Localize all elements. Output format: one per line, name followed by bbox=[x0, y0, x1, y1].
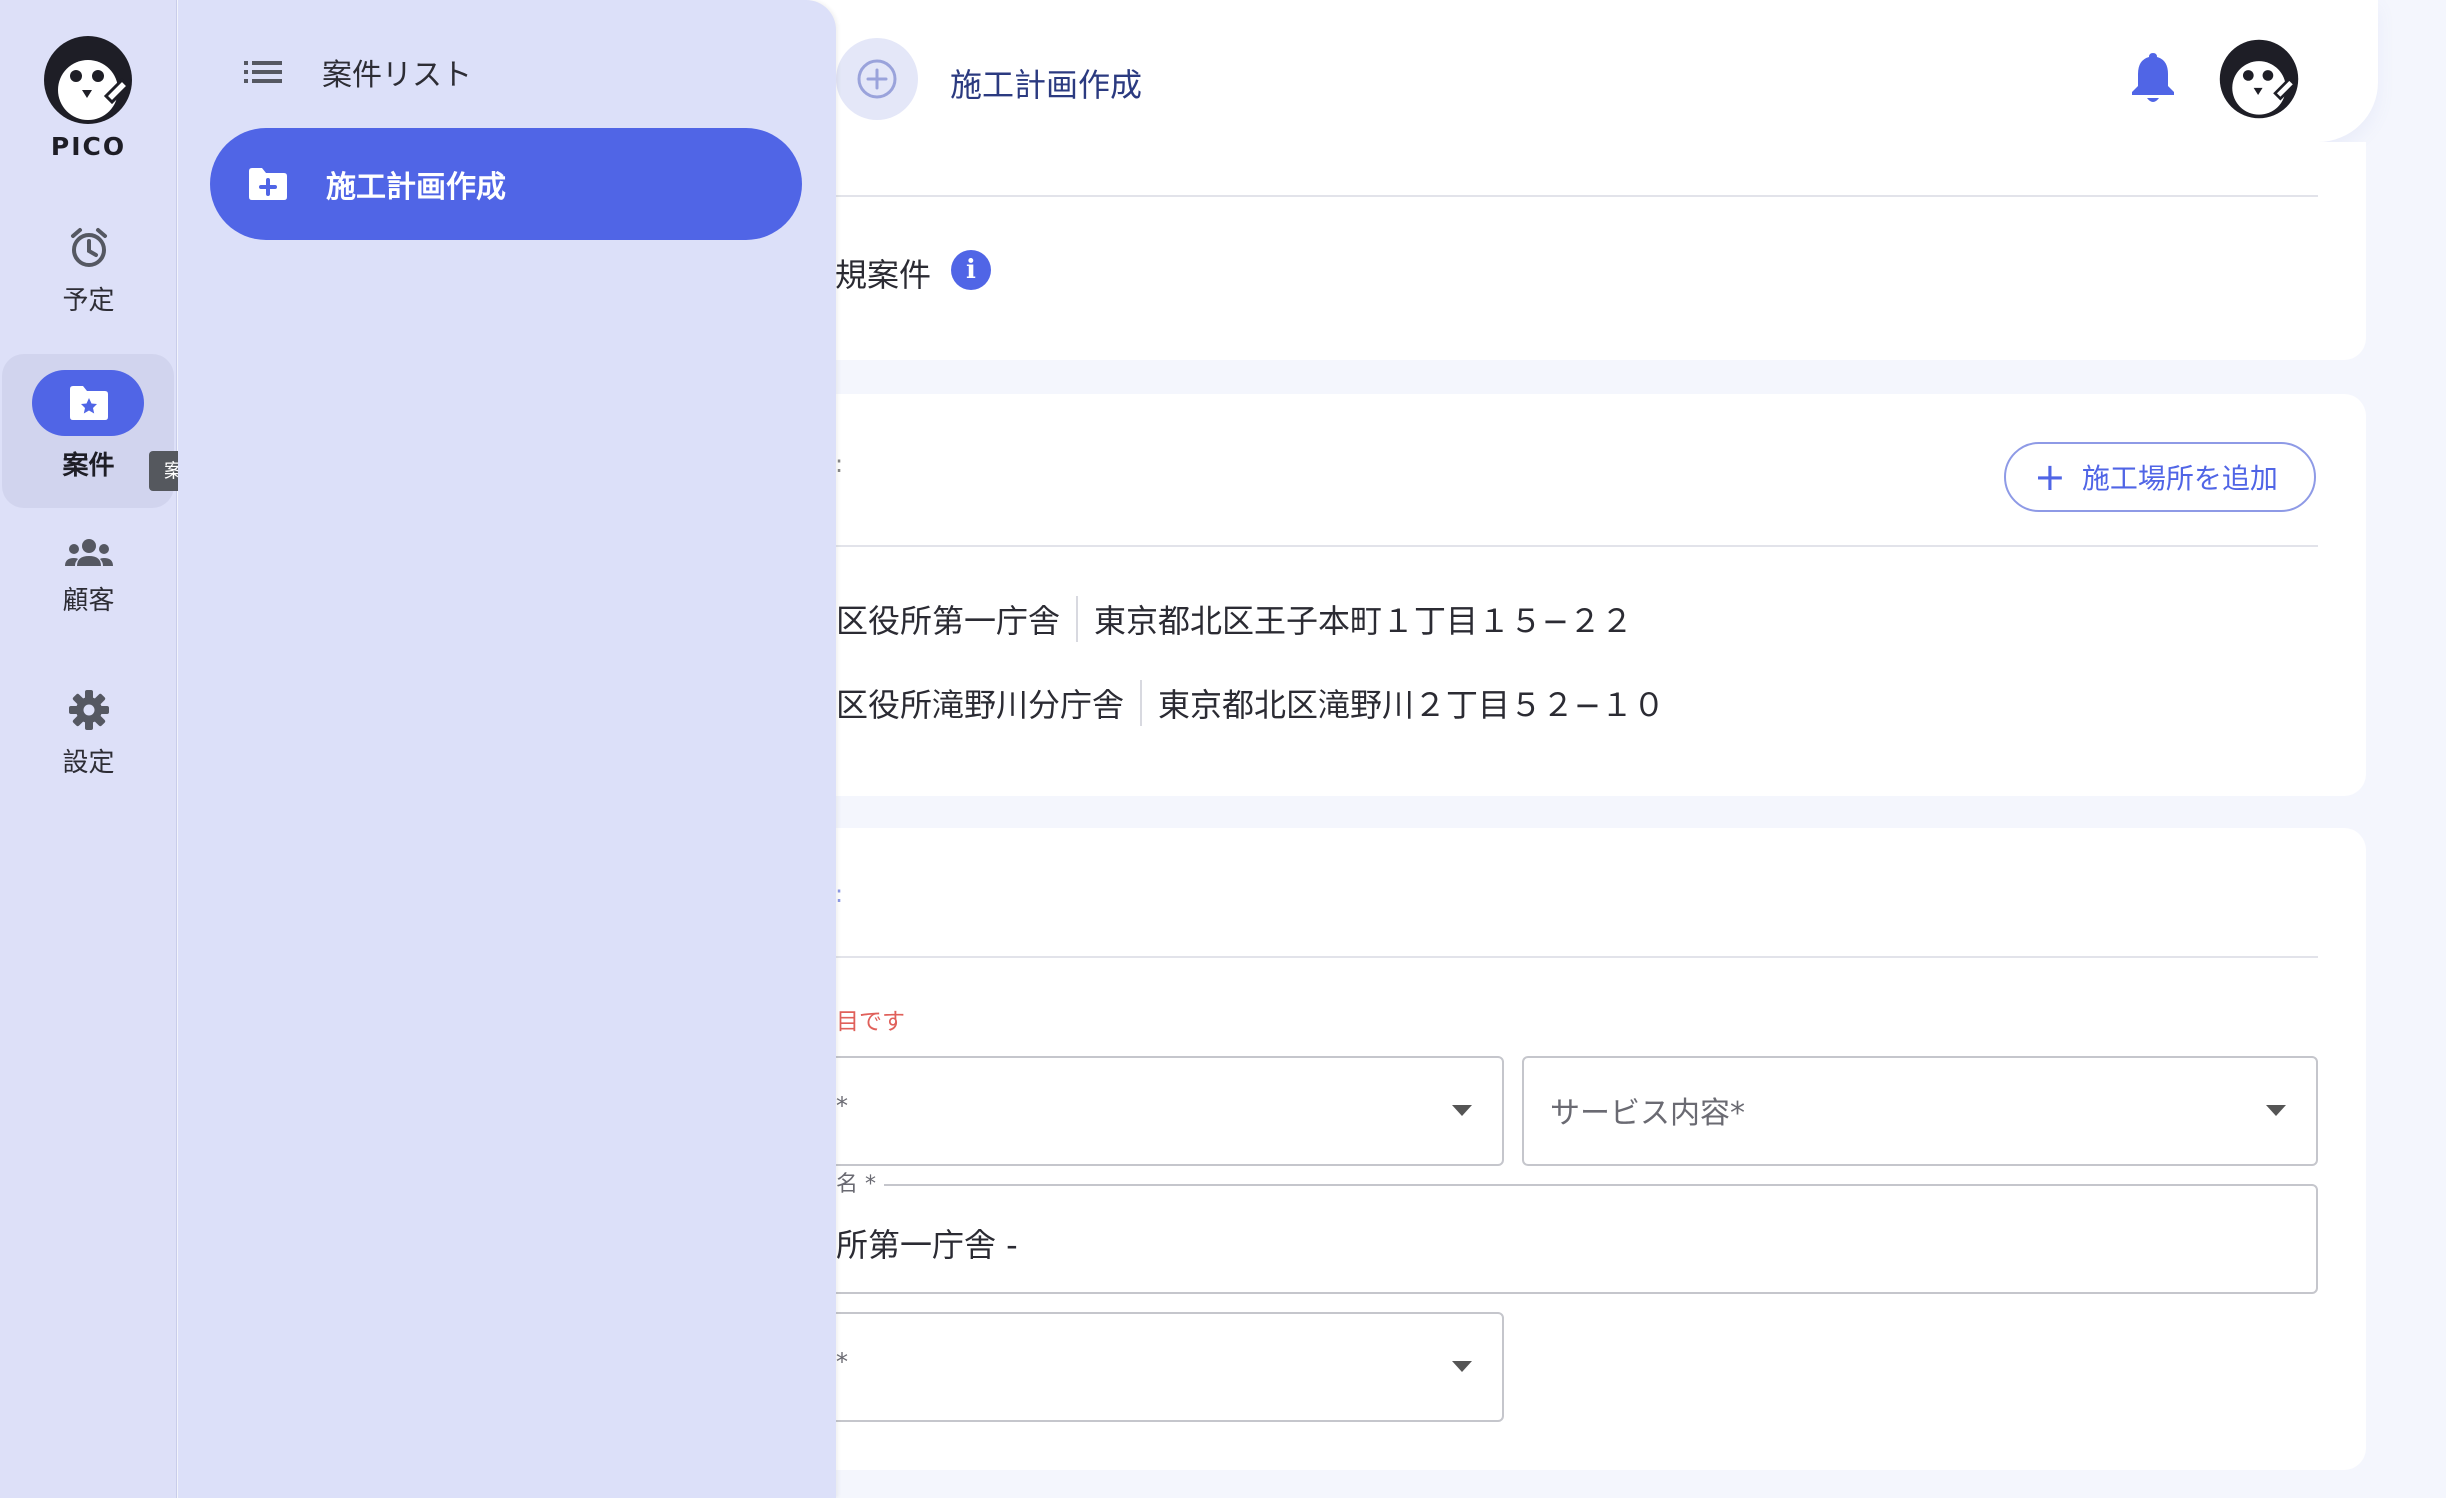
required-marker: * bbox=[836, 1348, 848, 1376]
info-icon[interactable]: i bbox=[951, 250, 991, 290]
required-fields-note: 目です bbox=[836, 1009, 905, 1035]
folder-plus-icon bbox=[249, 168, 287, 200]
drawer-item-label: 案件リスト bbox=[322, 58, 472, 93]
project-drawer: 案件リスト 施工計画作成 bbox=[178, 0, 836, 1498]
rail-item-label: 設定 bbox=[62, 748, 115, 778]
add-site-button[interactable]: + 施工場所を追加 bbox=[2004, 442, 2316, 512]
site-address: 東京都北区王子本町１丁目１５−２２ bbox=[1094, 602, 1633, 640]
alarm-clock-icon bbox=[70, 228, 107, 267]
rail-item-label: 予定 bbox=[62, 286, 115, 316]
dropdown-arrow-icon bbox=[2266, 1105, 2286, 1116]
project-type-label: 規案件 bbox=[835, 256, 932, 294]
notification-bell-icon[interactable] bbox=[2130, 50, 2176, 104]
required-marker: * bbox=[836, 1092, 848, 1120]
drawer-item-project-list[interactable]: 案件リスト bbox=[244, 50, 472, 94]
site-name: 区役所第一庁舎 bbox=[836, 602, 1061, 640]
plan-name-input[interactable]: 所第一庁舎 - bbox=[790, 1184, 2318, 1294]
rail-item-settings[interactable]: 設定 bbox=[0, 688, 177, 779]
user-avatar[interactable] bbox=[2218, 38, 2300, 120]
dropdown-arrow-icon bbox=[1452, 1361, 1472, 1372]
pico-logo-icon[interactable] bbox=[42, 34, 134, 126]
plan-name-label: 名 * bbox=[836, 1166, 884, 1198]
folder-star-icon bbox=[69, 386, 108, 420]
plus-icon: + bbox=[2034, 455, 2066, 499]
app-name: PICO bbox=[50, 132, 127, 161]
site-row[interactable]: 区役所滝野川分庁舎 東京都北区滝野川２丁目５２−１０ bbox=[836, 680, 1665, 726]
section-heading-fragment: : bbox=[835, 880, 844, 908]
service-content-placeholder: サービス内容* bbox=[1550, 1096, 1745, 1131]
rail-item-schedule[interactable]: 予定 bbox=[0, 226, 177, 317]
select-field-1[interactable]: * bbox=[790, 1056, 1504, 1166]
add-circle-icon bbox=[857, 59, 897, 99]
dropdown-arrow-icon bbox=[1452, 1105, 1472, 1116]
site-address: 東京都北区滝野川２丁目５２−１０ bbox=[1158, 686, 1665, 724]
gear-icon bbox=[68, 690, 109, 730]
drawer-item-create-plan[interactable]: 施工計画作成 bbox=[210, 128, 802, 240]
select-field-3[interactable]: * bbox=[790, 1312, 1504, 1422]
add-site-button-label: 施工場所を追加 bbox=[2081, 462, 2278, 495]
navigation-rail: PICO 予定 案件 案件 顧客 bbox=[0, 0, 217, 1498]
rail-item-label: 顧客 bbox=[62, 586, 115, 616]
separator bbox=[1140, 680, 1143, 726]
service-content-select[interactable]: サービス内容* bbox=[1522, 1056, 2318, 1166]
rail-item-customers[interactable]: 顧客 bbox=[0, 536, 177, 617]
list-icon bbox=[244, 61, 282, 83]
divider bbox=[800, 195, 2318, 197]
drawer-item-label: 施工計画作成 bbox=[326, 170, 506, 205]
divider bbox=[800, 545, 2318, 547]
section-heading-fragment: : bbox=[835, 450, 844, 478]
project-info-card bbox=[800, 142, 2366, 360]
top-bar: 施工計画作成 bbox=[800, 0, 2378, 142]
group-icon bbox=[64, 539, 113, 566]
separator bbox=[1076, 596, 1079, 642]
site-row[interactable]: 区役所第一庁舎 東京都北区王子本町１丁目１５−２２ bbox=[836, 596, 1633, 642]
add-circle-button[interactable] bbox=[836, 38, 918, 120]
page-title: 施工計画作成 bbox=[950, 66, 1143, 104]
divider bbox=[800, 956, 2318, 958]
site-name: 区役所滝野川分庁舎 bbox=[836, 686, 1125, 724]
plan-name-value: 所第一庁舎 - bbox=[836, 1226, 1018, 1264]
